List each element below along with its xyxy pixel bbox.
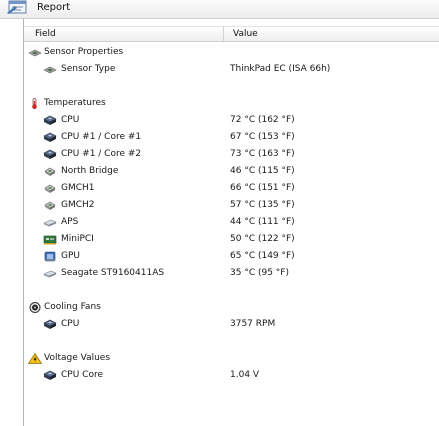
- field-value: 35 °C (95 °F): [230, 268, 289, 278]
- field-label: Seagate ST9160411AS: [61, 268, 165, 278]
- cpu-icon: [43, 149, 57, 159]
- field-label: CPU Core: [61, 370, 103, 380]
- field-label: MiniPCI: [61, 234, 94, 244]
- sensor-row[interactable]: MiniPCI 50 °C (122 °F): [24, 231, 439, 248]
- sensor-row[interactable]: GPU 65 °C (149 °F): [24, 248, 439, 265]
- field-label: GMCH2: [61, 200, 95, 210]
- field-label: CPU #1 / Core #1: [61, 132, 142, 142]
- column-divider[interactable]: [223, 27, 224, 41]
- report-icon: [7, 0, 27, 14]
- sensor-row[interactable]: APS 44 °C (111 °F): [24, 214, 439, 231]
- sensor-row[interactable]: Seagate ST9160411AS 35 °C (95 °F): [24, 265, 439, 282]
- toolbar: Report: [0, 0, 439, 19]
- field-column-header[interactable]: Field: [35, 29, 56, 39]
- group-header[interactable]: Cooling Fans: [24, 299, 439, 316]
- field-label: North Bridge: [61, 166, 119, 176]
- sensor-row[interactable]: North Bridge 46 °C (115 °F): [24, 163, 439, 180]
- fan-icon: [29, 302, 41, 313]
- report-label: Report: [37, 1, 71, 13]
- pci-card-icon: [43, 235, 57, 245]
- column-header: Field Value: [24, 26, 439, 42]
- report-button[interactable]: Report: [6, 0, 70, 14]
- sensor-properties-icon: [28, 49, 42, 57]
- sensor-row[interactable]: CPU 72 °C (162 °F): [24, 112, 439, 129]
- cpu-icon: [43, 115, 57, 125]
- sensor-row[interactable]: CPU #1 / Core #2 73 °C (163 °F): [24, 146, 439, 163]
- field-value: 46 °C (115 °F): [230, 166, 295, 176]
- sensor-row[interactable]: CPU #1 / Core #1 67 °C (153 °F): [24, 129, 439, 146]
- field-label: CPU: [61, 115, 80, 125]
- group-header[interactable]: Sensor Properties: [24, 44, 439, 61]
- field-value: 66 °C (151 °F): [230, 183, 295, 193]
- thermometer-icon: [32, 98, 37, 109]
- sensor-row[interactable]: Sensor Type ThinkPad EC (ISA 66h): [24, 61, 439, 78]
- field-label: GMCH1: [61, 183, 95, 193]
- field-label: APS: [61, 217, 79, 227]
- sensor-row[interactable]: GMCH1 66 °C (151 °F): [24, 180, 439, 197]
- sensor-row[interactable]: CPU Core 1.04 V: [24, 367, 439, 384]
- field-value: 67 °C (153 °F): [230, 132, 295, 142]
- group-header[interactable]: Voltage Values: [24, 350, 439, 367]
- cpu-icon: [43, 319, 57, 329]
- value-column-header[interactable]: Value: [233, 29, 258, 39]
- field-value: 1.04 V: [230, 370, 260, 380]
- cpu-icon: [43, 132, 57, 142]
- gpu-icon: [44, 251, 56, 262]
- chip-icon: [44, 184, 56, 193]
- field-value: ThinkPad EC (ISA 66h): [230, 64, 331, 74]
- group-header[interactable]: Temperatures: [24, 95, 439, 112]
- field-value: 57 °C (135 °F): [230, 200, 295, 210]
- field-value: 65 °C (149 °F): [230, 251, 295, 261]
- field-value: 3757 RPM: [230, 319, 276, 329]
- left-panel: [0, 19, 24, 426]
- field-value: 72 °C (162 °F): [230, 115, 295, 125]
- field-value: 73 °C (163 °F): [230, 149, 295, 159]
- chip-icon: [44, 201, 56, 210]
- group-title: Voltage Values: [44, 353, 111, 363]
- field-value: 50 °C (122 °F): [230, 234, 295, 244]
- field-label: Sensor Type: [61, 64, 116, 74]
- hard-disk-icon: [43, 219, 57, 227]
- group-title: Sensor Properties: [44, 47, 124, 57]
- field-label: GPU: [61, 251, 80, 261]
- sensor-icon: [43, 66, 57, 74]
- chip-icon: [44, 167, 56, 176]
- field-label: CPU: [61, 319, 80, 329]
- field-value: 44 °C (111 °F): [230, 217, 295, 227]
- sensor-row[interactable]: GMCH2 57 °C (135 °F): [24, 197, 439, 214]
- group-title: Temperatures: [44, 98, 106, 108]
- group-title: Cooling Fans: [44, 302, 101, 312]
- field-label: CPU #1 / Core #2: [61, 149, 142, 159]
- voltage-warning-icon: [28, 353, 42, 364]
- hard-disk-icon: [43, 270, 57, 278]
- cpu-icon: [43, 370, 57, 380]
- sensor-row[interactable]: CPU 3757 RPM: [24, 316, 439, 333]
